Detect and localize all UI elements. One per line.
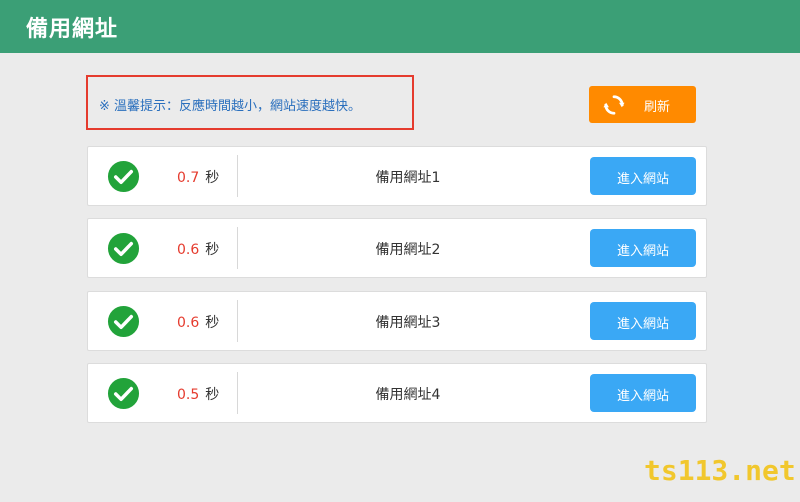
check-circle-icon	[107, 305, 140, 338]
enter-site-button[interactable]: 進入網站	[590, 302, 696, 340]
site-name: 備用網址4	[375, 387, 441, 403]
latency-value: 0.7	[177, 170, 200, 186]
enter-site-button[interactable]: 進入網站	[590, 374, 696, 412]
site-row: 0.5 秒 備用網址4 進入網站	[87, 363, 707, 423]
check-circle-icon	[107, 377, 140, 410]
latency-value: 0.6	[177, 242, 200, 258]
latency: 0.7 秒	[177, 167, 219, 187]
latency-unit: 秒	[205, 242, 220, 258]
latency-unit: 秒	[205, 387, 220, 403]
refresh-label: 刷新	[644, 100, 671, 115]
check-circle-icon	[107, 160, 140, 193]
latency: 0.5 秒	[177, 384, 219, 404]
refresh-button[interactable]: 刷新	[589, 86, 696, 123]
enter-site-label: 進入網站	[616, 317, 669, 332]
latency-value: 0.6	[177, 315, 200, 331]
tip-box: ※ 溫馨提示：反應時間越小，網站速度越快。	[86, 75, 414, 130]
enter-site-button[interactable]: 進入網站	[590, 157, 696, 195]
watermark: ts113.net	[644, 454, 796, 487]
latency: 0.6 秒	[177, 312, 219, 332]
enter-site-label: 進入網站	[616, 244, 669, 259]
latency-unit: 秒	[205, 170, 220, 186]
page-title: 備用網址	[26, 16, 119, 42]
site-row: 0.6 秒 備用網址3 進入網站	[87, 291, 707, 351]
latency-unit: 秒	[205, 315, 220, 331]
site-name: 備用網址3	[375, 315, 441, 331]
tip-text: ※ 溫馨提示：反應時間越小，網站速度越快。	[99, 99, 362, 114]
site-name: 備用網址1	[375, 170, 441, 186]
refresh-icon	[603, 95, 625, 115]
enter-site-label: 進入網站	[616, 172, 669, 187]
enter-site-button[interactable]: 進入網站	[590, 229, 696, 267]
latency: 0.6 秒	[177, 239, 219, 259]
app-header: 備用網址	[0, 0, 800, 53]
site-row: 0.6 秒 備用網址2 進入網站	[87, 218, 707, 278]
site-name: 備用網址2	[375, 242, 441, 258]
check-circle-icon	[107, 232, 140, 265]
latency-value: 0.5	[177, 387, 200, 403]
enter-site-label: 進入網站	[616, 389, 669, 404]
site-row: 0.7 秒 備用網址1 進入網站	[87, 146, 707, 206]
